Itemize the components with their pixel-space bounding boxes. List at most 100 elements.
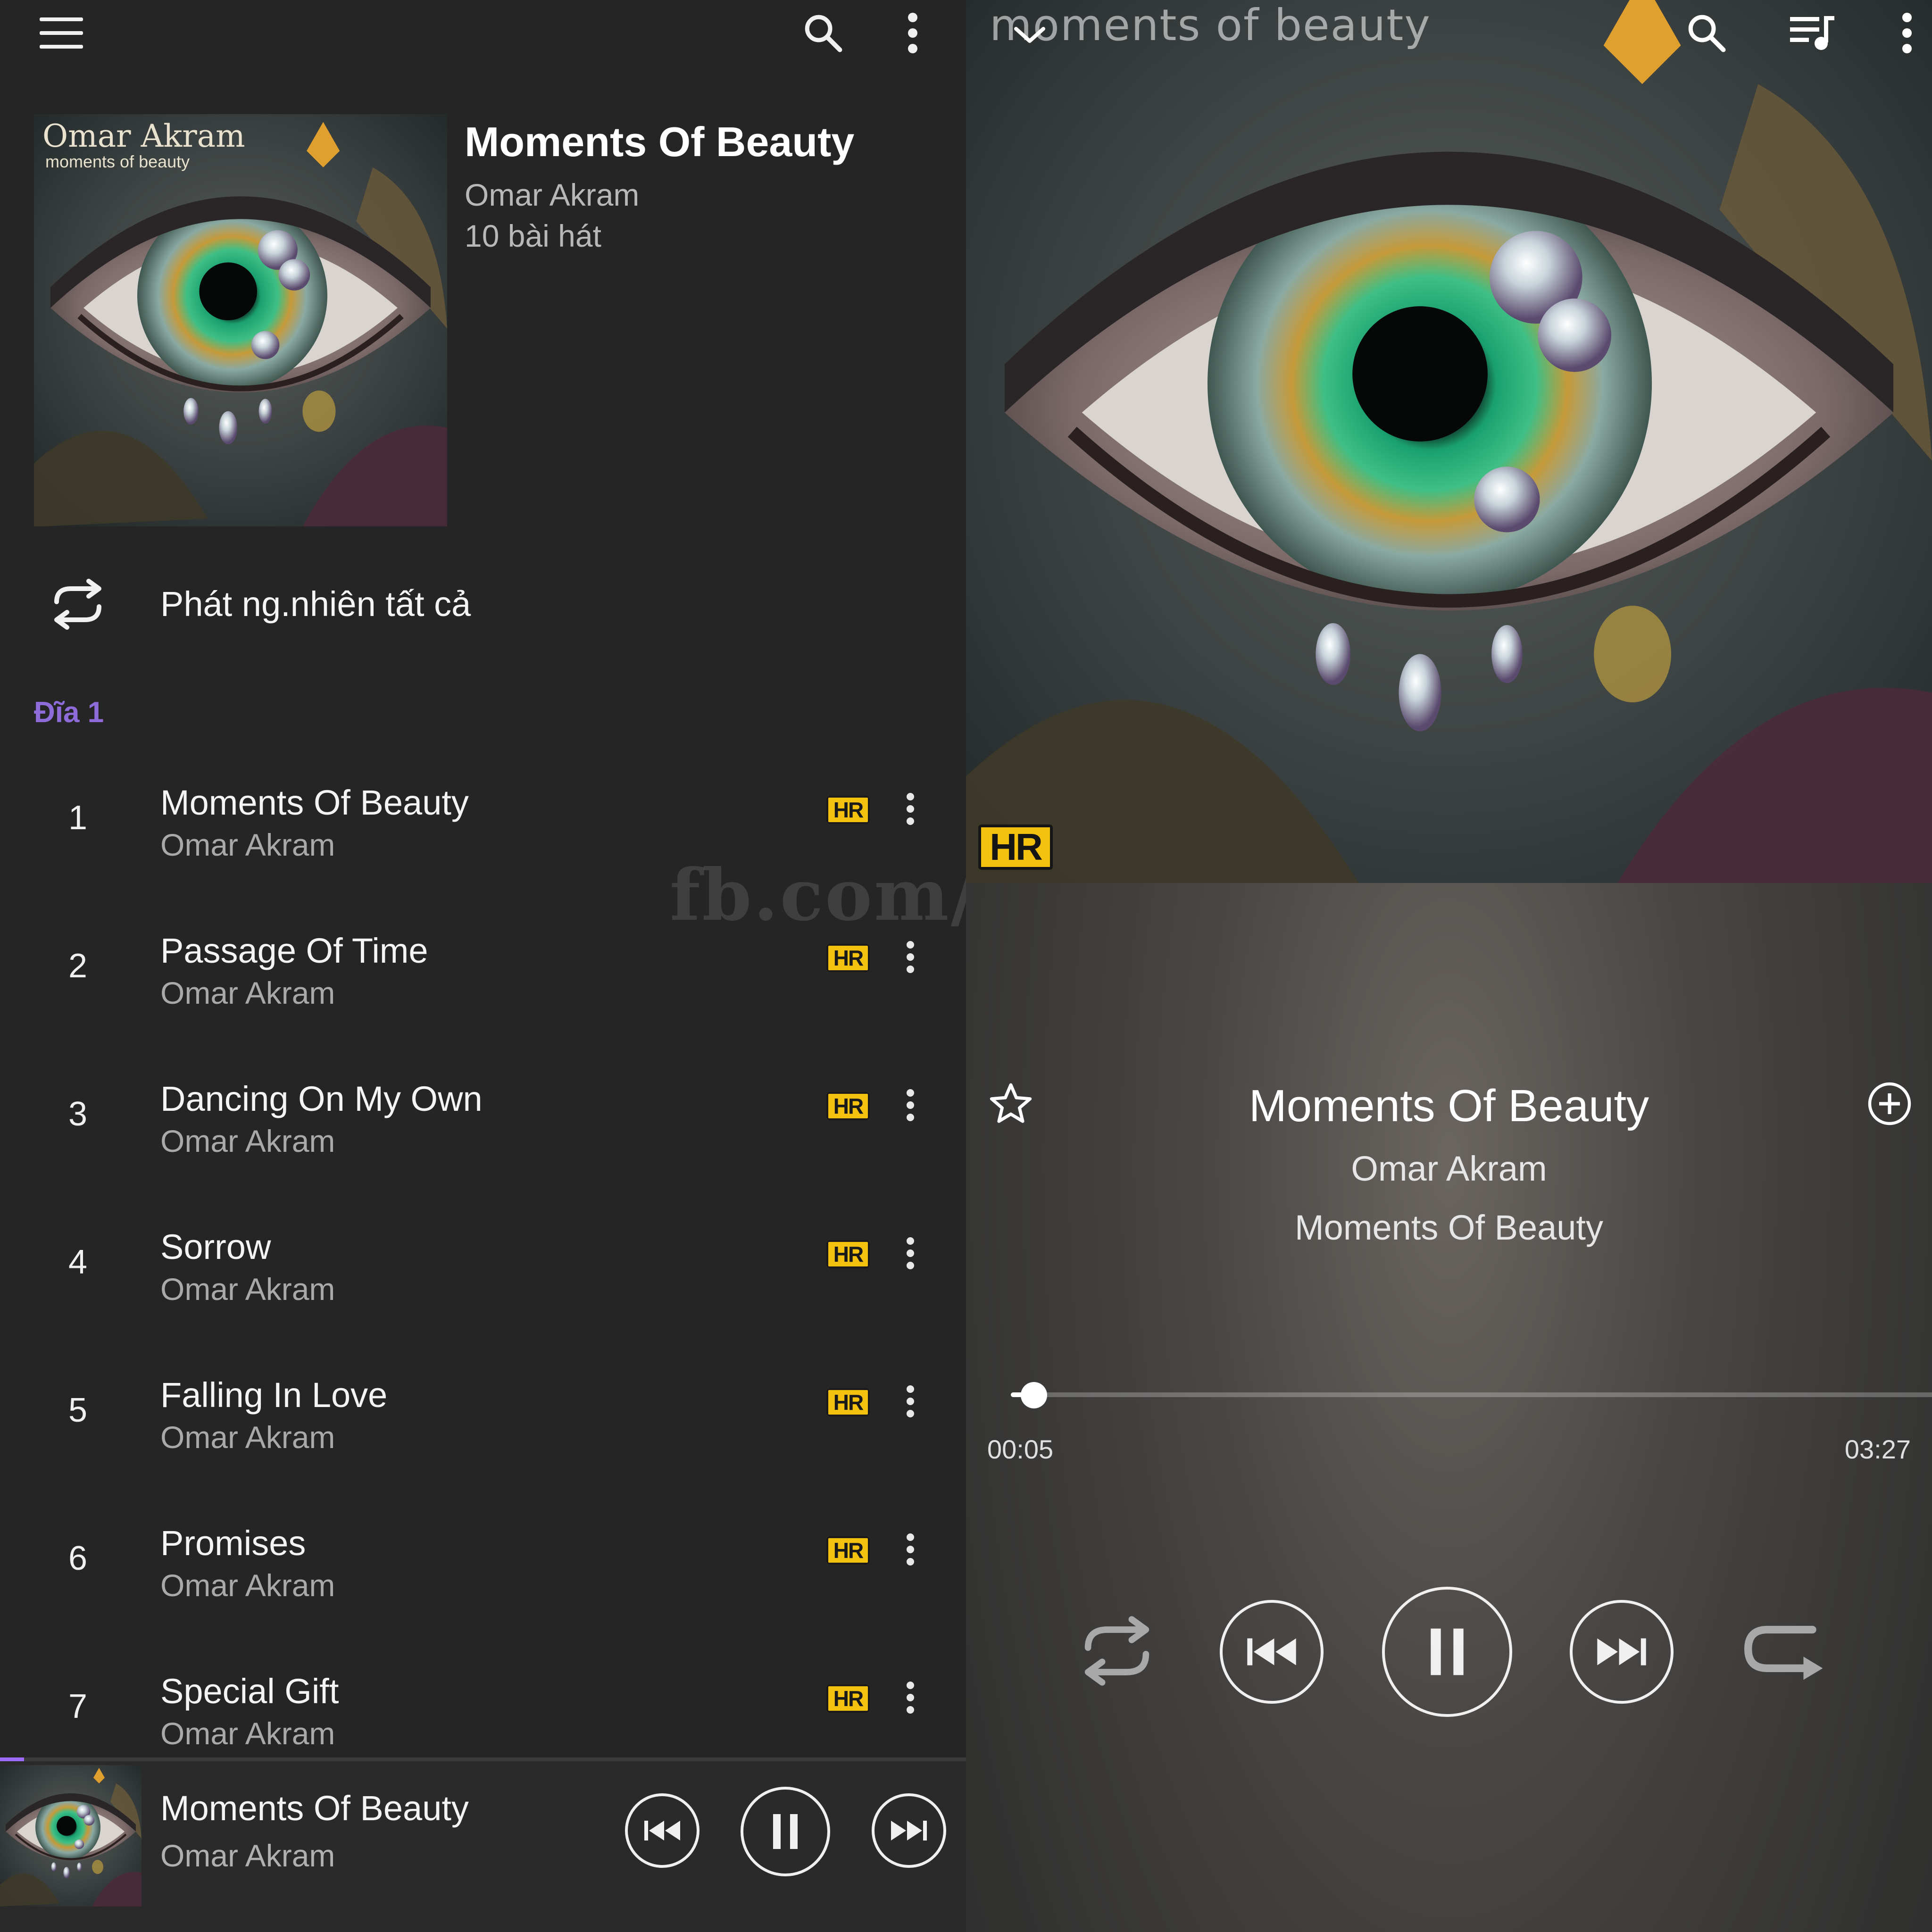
track-title: Sorrow bbox=[160, 1227, 271, 1266]
more-vert-icon bbox=[1902, 13, 1912, 53]
track-artist: Omar Akram bbox=[160, 1716, 335, 1751]
more-vert-icon bbox=[908, 13, 917, 53]
more-vert-icon bbox=[907, 1682, 914, 1714]
hi-res-badge: HR bbox=[826, 944, 870, 972]
track-row[interactable]: 3 Dancing On My Own Omar Akram HR bbox=[0, 1049, 966, 1197]
queue-music-icon bbox=[1790, 16, 1834, 50]
shuffle-button[interactable] bbox=[1065, 1604, 1169, 1698]
pause-button[interactable] bbox=[1382, 1587, 1512, 1717]
hi-res-badge: HR bbox=[826, 1240, 870, 1268]
repeat-icon bbox=[1744, 1625, 1823, 1680]
track-number: 7 bbox=[68, 1688, 88, 1725]
more-vert-icon bbox=[907, 1385, 914, 1417]
track-title: Moments Of Beauty bbox=[160, 783, 469, 822]
skip-next-icon bbox=[1597, 1638, 1646, 1666]
now-playing-title: Moments Of Beauty bbox=[1249, 1081, 1649, 1131]
next-button[interactable] bbox=[1570, 1600, 1674, 1704]
pause-icon bbox=[1431, 1628, 1464, 1675]
mini-pause-button[interactable] bbox=[741, 1787, 830, 1876]
repeat-button[interactable] bbox=[1735, 1604, 1839, 1698]
hi-res-badge: HR bbox=[826, 1684, 870, 1713]
track-number: 2 bbox=[68, 947, 88, 985]
hi-res-badge: HR bbox=[826, 1388, 870, 1416]
add-to-playlist-button[interactable] bbox=[1864, 1075, 1915, 1132]
artwork-overlay-text: moments of beauty bbox=[990, 0, 1431, 50]
track-number: 6 bbox=[68, 1540, 88, 1577]
track-artist: Omar Akram bbox=[160, 827, 335, 862]
hi-res-badge: HR bbox=[826, 1536, 870, 1565]
top-app-bar bbox=[0, 0, 966, 71]
disc-header: Đĩa 1 bbox=[34, 696, 104, 729]
np-more-options-button[interactable] bbox=[1886, 5, 1928, 61]
previous-button[interactable] bbox=[1220, 1600, 1324, 1704]
album-screen: Omar Akram moments of beauty Moments Of … bbox=[0, 0, 966, 1932]
track-title: Special Gift bbox=[160, 1672, 339, 1711]
track-artist: Omar Akram bbox=[160, 1272, 335, 1307]
shuffle-icon bbox=[54, 579, 101, 630]
now-playing-album[interactable]: Moments Of Beauty bbox=[966, 1208, 1932, 1248]
search-button[interactable] bbox=[795, 5, 851, 61]
search-icon bbox=[805, 15, 842, 52]
now-playing-screen: moments of beauty HR Moments Of Beauty O… bbox=[966, 0, 1932, 1932]
track-row[interactable]: 4 Sorrow Omar Akram HR bbox=[0, 1197, 966, 1345]
album-cover[interactable]: Omar Akram moments of beauty bbox=[34, 114, 447, 526]
mini-previous-button[interactable] bbox=[625, 1793, 700, 1868]
mini-next-button[interactable] bbox=[872, 1793, 946, 1868]
track-more-button[interactable] bbox=[896, 1674, 924, 1721]
hi-res-badge: HR bbox=[826, 796, 870, 824]
track-artist: Omar Akram bbox=[160, 1124, 335, 1158]
more-vert-icon bbox=[907, 793, 914, 825]
collapse-button[interactable] bbox=[1004, 9, 1056, 61]
seek-bar[interactable] bbox=[1011, 1392, 1932, 1397]
track-number: 5 bbox=[68, 1391, 88, 1429]
mini-track-artist: Omar Akram bbox=[160, 1838, 335, 1873]
skip-previous-icon bbox=[644, 1821, 680, 1840]
album-artist[interactable]: Omar Akram bbox=[465, 177, 639, 213]
mini-progress-fill bbox=[0, 1757, 25, 1761]
now-playing-album-art: moments of beauty HR bbox=[966, 0, 1932, 883]
np-search-button[interactable] bbox=[1678, 5, 1735, 61]
track-artist: Omar Akram bbox=[160, 975, 335, 1010]
track-artist: Omar Akram bbox=[160, 1420, 335, 1455]
album-title: Moments Of Beauty bbox=[465, 118, 855, 165]
mini-track-title: Moments Of Beauty bbox=[160, 1789, 469, 1828]
track-row[interactable]: 6 Promises Omar Akram HR bbox=[0, 1493, 966, 1641]
track-more-button[interactable] bbox=[896, 1230, 924, 1277]
hi-res-badge: HR bbox=[826, 1092, 870, 1120]
track-more-button[interactable] bbox=[896, 933, 924, 981]
more-vert-icon bbox=[907, 941, 914, 973]
more-vert-icon bbox=[907, 1089, 914, 1121]
track-number: 4 bbox=[68, 1243, 88, 1281]
track-row[interactable]: 5 Falling In Love Omar Akram HR bbox=[0, 1345, 966, 1493]
hi-res-badge: HR bbox=[978, 824, 1053, 870]
pause-icon bbox=[773, 1814, 798, 1849]
album-header: Omar Akram moments of beauty Moments Of … bbox=[0, 71, 966, 526]
track-more-button[interactable] bbox=[896, 1082, 924, 1129]
queue-button[interactable] bbox=[1784, 5, 1841, 61]
track-more-button[interactable] bbox=[896, 1526, 924, 1573]
mini-progress-bar bbox=[0, 1757, 966, 1761]
shuffle-all-row[interactable]: Phát ng.nhiên tất cả bbox=[0, 526, 966, 682]
watermark-text: fb.com/Long3004 bbox=[670, 854, 966, 937]
menu-button[interactable] bbox=[33, 9, 90, 57]
album-track-count: 10 bài hát bbox=[465, 218, 601, 253]
track-artist: Omar Akram bbox=[160, 1568, 335, 1603]
track-number: 3 bbox=[68, 1095, 88, 1133]
total-time: 03:27 bbox=[1844, 1434, 1911, 1464]
cover-album-text: moments of beauty bbox=[45, 152, 190, 171]
now-playing-artist[interactable]: Omar Akram bbox=[966, 1149, 1932, 1189]
more-options-button[interactable] bbox=[894, 5, 932, 61]
seek-bar-thumb[interactable] bbox=[1020, 1382, 1047, 1408]
track-more-button[interactable] bbox=[896, 1378, 924, 1425]
add-circle-icon bbox=[1868, 1082, 1911, 1125]
more-vert-icon bbox=[907, 1533, 914, 1566]
track-number: 1 bbox=[68, 799, 88, 837]
current-time: 00:05 bbox=[987, 1434, 1054, 1464]
cover-artist-text: Omar Akram bbox=[42, 118, 245, 154]
mini-player[interactable]: Moments Of Beauty Omar Akram bbox=[0, 1757, 966, 1932]
chevron-down-icon bbox=[1014, 27, 1045, 43]
more-vert-icon bbox=[907, 1237, 914, 1269]
track-more-button[interactable] bbox=[896, 785, 924, 833]
shuffle-all-label: Phát ng.nhiên tất cả bbox=[160, 584, 471, 624]
mini-album-art[interactable] bbox=[0, 1765, 142, 1907]
